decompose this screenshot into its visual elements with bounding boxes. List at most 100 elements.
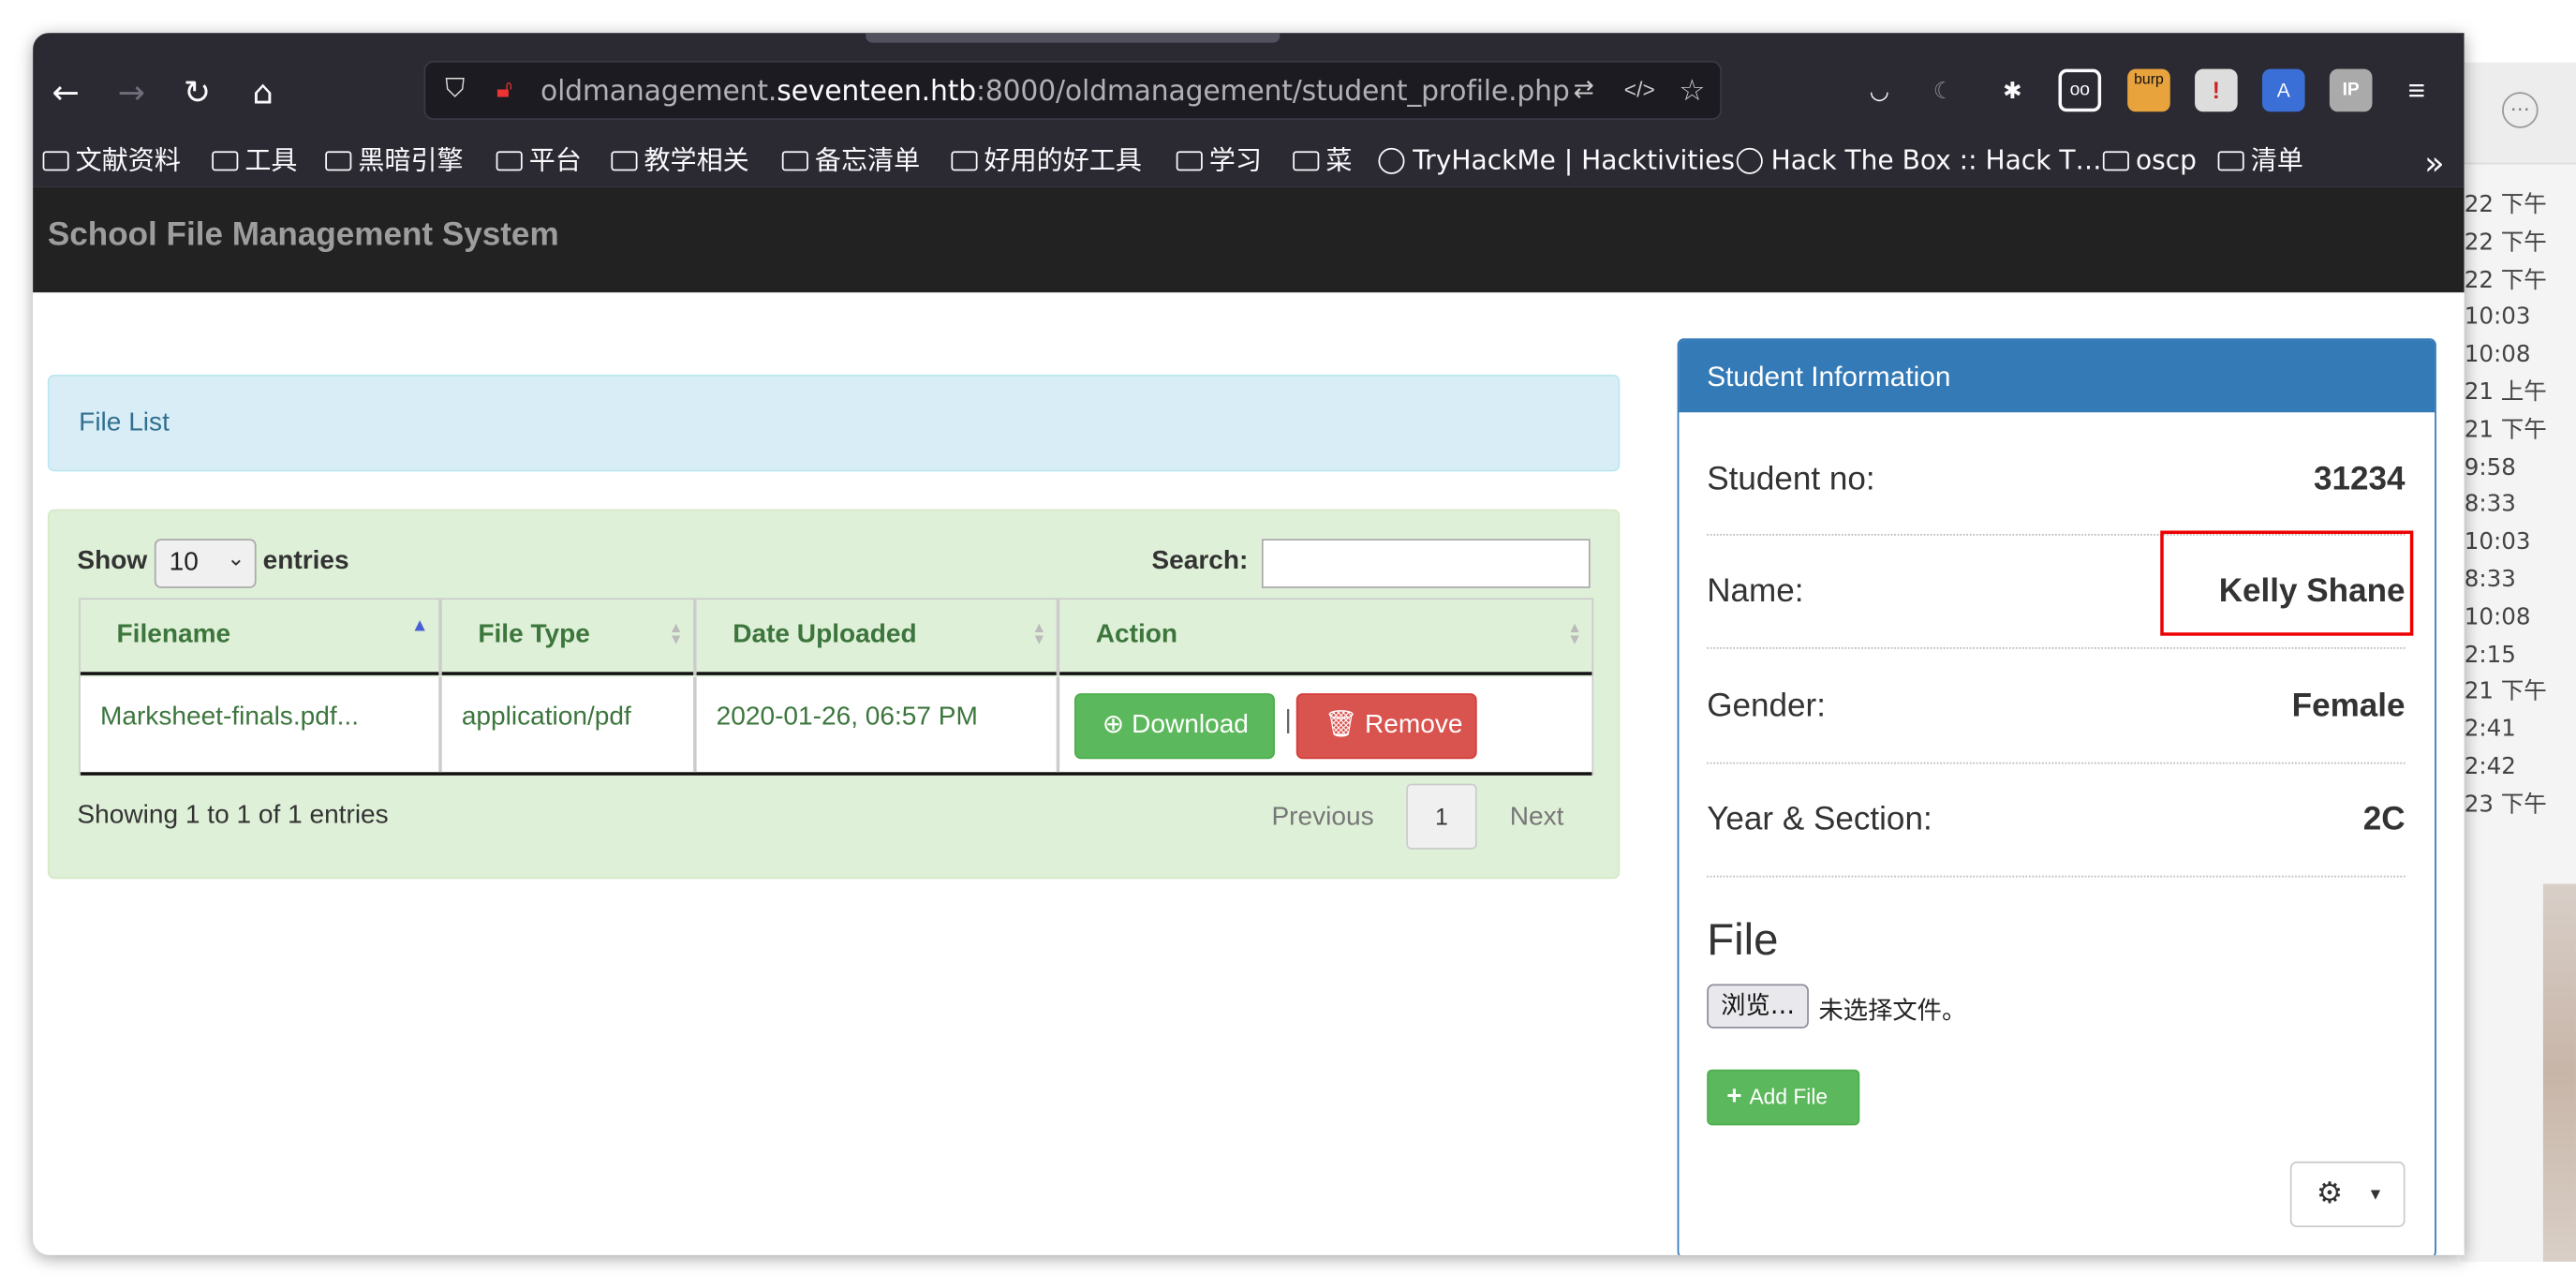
highlight-box [2160,530,2414,636]
folder-icon [325,151,352,171]
chevron-down-icon: ⌄ [227,545,245,570]
background-time-item: 2:42 [2464,753,2516,780]
background-time-item: 22 下午 [2464,192,2547,219]
background-time-item: 21 上午 [2464,379,2547,407]
more-options-icon[interactable]: ⋯ [2502,92,2539,128]
settings-dropdown-button[interactable]: ⚙ ▼ [2289,1161,2406,1228]
column-header-filename[interactable]: Filename ▲ [81,600,442,675]
burp-extension-icon[interactable]: burp [2127,68,2170,112]
bookmark-label: oscp [2135,144,2197,176]
bookmark-folder[interactable]: 教学相关 [611,141,749,181]
background-photo [2542,883,2576,1262]
background-time-item: 21 下午 [2464,417,2547,444]
name-label: Name: [1707,573,1804,610]
bookmark-label: 教学相关 [644,144,749,176]
add-file-button[interactable]: + Add File [1707,1069,1860,1126]
bookmark-star-icon[interactable]: ☆ [1674,72,1710,109]
column-label: File Type [478,620,590,649]
bookmark-folder[interactable]: 文献资料 [42,141,181,181]
insecure-lock-icon[interactable]: 🔓︎ [488,72,521,109]
browser-window: ← → ↻ ⌂ ⛉ 🔓︎ oldmanagement.seventeen.htb… [33,33,2465,1255]
reload-icon[interactable]: ↻ [174,69,220,115]
bookmark-label: 平台 [528,144,582,176]
year-section-value: 2C [2362,801,2406,838]
remove-button[interactable]: 🗑︎ Remove [1295,693,1477,760]
row-divider [1707,875,2406,878]
background-time-item: 10:03 [2464,304,2531,332]
column-header-file-type[interactable]: File Type ▲ ▼ [442,600,697,675]
page-length-select[interactable]: 10 ⌄ [154,539,257,588]
bookmark-folder[interactable]: oscp [2102,141,2197,181]
extension-glasses-icon[interactable]: oo [2058,68,2102,112]
folder-icon [212,151,239,171]
previous-page-button[interactable]: Previous [1271,804,1373,834]
column-header-action[interactable]: Action ▲ ▼ [1059,600,1591,675]
bookmark-folder[interactable]: 黑暗引擎 [325,141,464,181]
home-icon[interactable]: ⌂ [240,69,286,115]
url-text[interactable]: oldmanagement.seventeen.htb:8000/oldmana… [540,76,1570,109]
code-icon[interactable]: </> [1621,72,1658,109]
burp-badge: burp [2134,70,2164,87]
bookmark-link[interactable]: TryHackMe | Hacktivities [1378,141,1735,181]
column-label: Date Uploaded [733,620,917,649]
bookmark-folder[interactable]: 好用的好工具 [951,141,1142,181]
bookmark-folder[interactable]: 平台 [496,141,582,181]
no-file-selected-text: 未选择文件。 [1818,995,1967,1026]
background-time-item: 10:03 [2464,529,2531,556]
bookmark-label: Hack The Box :: Hack T… [1770,144,2102,176]
next-page-button[interactable]: Next [1510,804,1564,834]
sort-ascending-icon: ▲ [410,615,429,636]
search-input[interactable] [1261,539,1591,588]
site-brand[interactable]: School File Management System [48,217,559,255]
row-divider [1707,646,2406,649]
tracking-shield-icon[interactable]: ⛉ [438,72,471,109]
notification-extension-icon[interactable]: ! [2195,68,2238,112]
bookmark-label: 文献资料 [75,144,181,176]
plus-icon: + [1726,1082,1750,1111]
bookmark-folder[interactable]: 学习 [1176,141,1262,181]
background-time-list: 22 下午 22 下午 22 下午 10:03 10:08 21 上午 21 下午 9:58 8… [2465,187,2547,824]
screen: ⋯ 22 下午 22 下午 22 下午 10:03 10:08 21 上午 21 下午 9:5… [0,0,2576,1288]
extension-bug-icon[interactable]: ✱ [1991,69,2035,112]
file-table: Filename ▲ File Type ▲ ▼ Date Uploaded ▲ ▼ Ac… [79,598,1594,776]
sort-icon: ▲ ▼ [1567,619,1582,647]
translate-icon[interactable]: ⇄ [1565,72,1602,109]
file-list-heading: File List [47,374,1621,472]
page-1-button[interactable]: 1 [1406,783,1477,850]
background-window: ⋯ 22 下午 22 下午 22 下午 10:03 10:08 21 上午 21 下午 9:5… [2461,62,2576,1262]
globe-icon [1736,147,1763,174]
bookmark-label: 菜 [1325,144,1353,176]
download-button[interactable]: ⊕ Download [1073,693,1275,760]
background-time-item: 21 下午 [2464,678,2547,706]
table-info: Showing 1 to 1 of 1 entries [77,801,389,830]
site-navbar: School File Management System [33,186,2465,293]
tab-strip-handle[interactable] [866,33,1281,43]
page-length-value: 10 [169,548,199,577]
address-bar[interactable]: ⛉ 🔓︎ oldmanagement.seventeen.htb:8000/ol… [423,60,1722,121]
trash-icon: 🗑︎ [1324,711,1365,740]
browse-file-button[interactable]: 浏览… [1707,984,1809,1029]
bookmark-folder[interactable]: 菜 [1293,141,1352,181]
browser-toolbar: ← → ↻ ⌂ ⛉ 🔓︎ oldmanagement.seventeen.htb… [33,33,2465,187]
student-panel-header: Student Information [1679,340,2435,413]
bookmark-link[interactable]: Hack The Box :: Hack T… [1736,141,2102,181]
row-divider [1707,762,2406,764]
bookmarks-bar: 文献资料 工具 黑暗引擎 平台 教学相关 备忘清单 好用的好工具 学习 菜 Tr… [33,135,2465,187]
bookmark-folder[interactable]: 清单 [2217,141,2303,181]
back-arrow-icon[interactable]: ← [43,69,89,115]
forward-arrow-icon[interactable]: → [109,69,155,115]
column-header-date-uploaded[interactable]: Date Uploaded ▲ ▼ [697,600,1060,675]
bookmark-folder[interactable]: 备忘清单 [781,141,920,181]
ip-extension-icon[interactable]: IP [2329,68,2373,112]
bookmark-folder[interactable]: 工具 [212,141,297,181]
hamburger-menu-icon[interactable]: ≡ [2395,69,2438,112]
folder-icon [2102,151,2129,171]
url-host: seventeen.htb [777,75,976,109]
pocket-icon[interactable]: ◡ [1858,69,1902,112]
background-time-item: 8:33 [2464,492,2516,519]
more-bookmarks-chevron-icon[interactable]: » [2424,144,2444,181]
bookmark-label: 黑暗引擎 [358,144,464,176]
translator-extension-icon[interactable]: A [2261,68,2305,112]
extension-moon-icon[interactable]: ☾ [1922,69,1965,112]
download-icon: ⊕ [1102,711,1133,740]
